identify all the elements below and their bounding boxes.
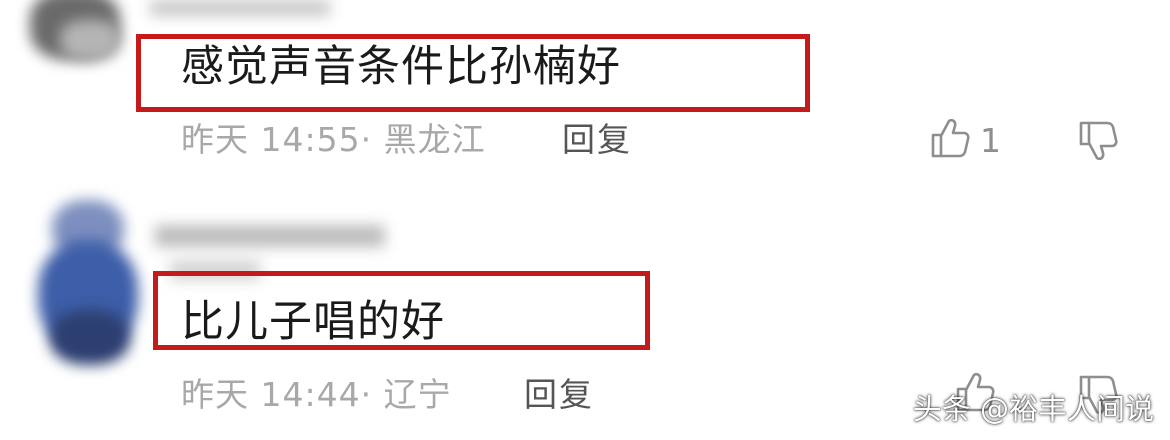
avatar[interactable] (30, 190, 145, 380)
comment-text: 感觉声音条件比孙楠好 (181, 42, 621, 92)
comment-time: 昨天 14:55 (181, 120, 361, 159)
like-count: 1 (980, 120, 1001, 160)
avatar[interactable] (20, 0, 140, 90)
thumbs-down-icon (1078, 120, 1118, 166)
dislike-button[interactable] (1078, 121, 1118, 165)
reply-button[interactable]: 回复 (562, 120, 632, 160)
comment-meta: 昨天 14:55· 黑龙江 (181, 120, 486, 160)
username[interactable] (150, 0, 340, 22)
comment-text: 比儿子唱的好 (181, 297, 445, 347)
comment-location: 黑龙江 (383, 120, 486, 159)
reply-button[interactable]: 回复 (524, 375, 594, 415)
watermark: 头条 @裕丰人间说 (912, 392, 1154, 426)
comment-location: 辽宁 (383, 375, 452, 414)
like-button[interactable]: 1 (930, 116, 1001, 164)
comment-item: 感觉声音条件比孙楠好 昨天 14:55· 黑龙江 回复 1 (0, 0, 1170, 190)
meta-separator: · (360, 375, 373, 414)
thumbs-up-icon (930, 117, 970, 163)
meta-separator: · (360, 120, 373, 159)
comment-time: 昨天 14:44 (181, 375, 361, 414)
comment-meta: 昨天 14:44· 辽宁 (181, 375, 452, 415)
